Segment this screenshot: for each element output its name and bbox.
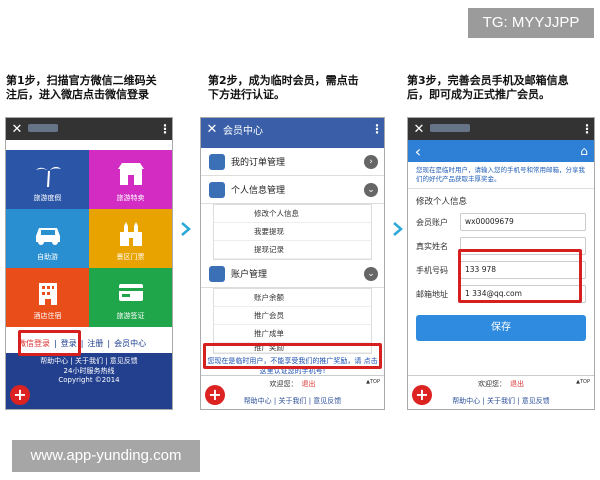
save-button[interactable]: 保存 <box>416 315 586 341</box>
copyright-text: Copyright ©2014 <box>6 376 172 384</box>
step-2-text: 第2步，成为临时会员，需点击 下方进行认证。 <box>208 74 378 102</box>
tile-hotel[interactable]: 酒店住宿 <box>6 268 89 327</box>
orders-icon <box>209 153 225 170</box>
car-icon <box>35 228 60 245</box>
chevron-right-icon <box>393 222 403 236</box>
close-icon[interactable]: ✕ <box>408 122 430 137</box>
step-1-line1: 第1步，扫描官方微信二维码关 <box>6 74 157 87</box>
submenu-item[interactable]: 推广成单 <box>214 325 371 343</box>
more-icon[interactable]: ⋮ <box>370 122 384 136</box>
submenu-item[interactable]: 账户余额 <box>214 289 371 307</box>
field-label: 真实姓名 <box>416 241 448 251</box>
account-icon <box>209 265 225 282</box>
submenu-item[interactable]: 提现记录 <box>214 241 371 259</box>
member-center-link[interactable]: 会员中心 <box>114 335 146 353</box>
watermark-bottom: www.app-yunding.com <box>12 440 200 472</box>
back-to-top[interactable]: ▲TOP <box>366 379 380 385</box>
profile-submenu: 修改个人信息 我要提现 提现记录 <box>213 204 372 260</box>
step-1-text: 第1步，扫描官方微信二维码关 注后，进入微店点击微信登录 <box>6 74 166 102</box>
page-title-blurred <box>430 123 580 135</box>
more-icon[interactable]: ⋮ <box>580 122 594 136</box>
intro-text: 您现在是临时用户，请输入您的手机号和常用邮箱，分享我们的好代产品获取丰厚奖金。 <box>408 162 594 189</box>
close-icon[interactable]: ✕ <box>6 122 28 137</box>
close-icon[interactable]: ✕ <box>201 122 223 137</box>
field-label: 会员账户 <box>416 217 448 227</box>
add-button[interactable]: + <box>412 385 432 405</box>
bottom-bar: 欢迎您： 退出 ▲TOP 帮助中心 | 关于我们 | 意见反馈 + <box>408 375 594 409</box>
add-button[interactable]: + <box>10 385 30 405</box>
submenu-item[interactable]: 推广会员 <box>214 307 371 325</box>
tile-self-drive[interactable]: 自助游 <box>6 209 89 268</box>
submenu-item[interactable]: 我要提现 <box>214 223 371 241</box>
submenu-item[interactable]: 修改个人信息 <box>214 205 371 223</box>
tile-sale[interactable]: 旅游特卖 <box>89 150 172 209</box>
nav-bar: ‹ ⌂ <box>408 140 594 162</box>
shop-icon <box>117 163 144 185</box>
user-icon <box>209 181 225 198</box>
menu-orders[interactable]: 我的订单管理 › <box>201 148 384 176</box>
highlight-box <box>458 249 582 303</box>
chevron-right-icon <box>181 222 191 236</box>
highlight-box <box>203 343 382 369</box>
step-3-line1: 第3步，完善会员手机及邮箱信息 <box>407 74 569 87</box>
browser-topbar: ✕ ⋮ <box>408 118 594 140</box>
home-icon[interactable]: ⌂ <box>574 144 594 158</box>
phone-screen-2: ✕ 会员中心 ⋮ 我的订单管理 › 个人信息管理 ⌄ 修改个人信息 我要提现 提… <box>200 117 385 410</box>
tile-label: 旅游特卖 <box>116 194 145 202</box>
welcome-text: 欢迎您： <box>478 380 506 388</box>
menu-profile[interactable]: 个人信息管理 ⌄ <box>201 176 384 204</box>
tile-label: 自助游 <box>37 253 58 261</box>
castle-icon <box>119 222 142 246</box>
tile-label: 旅游签证 <box>116 312 145 320</box>
add-button[interactable]: + <box>205 385 225 405</box>
menu-label: 账户管理 <box>231 270 268 280</box>
more-icon[interactable]: ⋮ <box>158 122 172 136</box>
watermark-top: TG: MYYJJPP <box>468 8 594 38</box>
tile-visa[interactable]: 旅游签证 <box>89 268 172 327</box>
hotline-text: 24小时服务热线 <box>6 366 172 376</box>
welcome-text: 欢迎您： <box>269 380 298 388</box>
step-2-line2: 下方进行认证。 <box>208 88 285 101</box>
tile-tickets[interactable]: 景区门票 <box>89 209 172 268</box>
tile-label: 旅游度假 <box>33 194 62 202</box>
page-title-blurred <box>28 123 158 135</box>
palm-tree-icon <box>35 166 61 187</box>
chevron-down-icon: ⌄ <box>364 266 378 281</box>
menu-label: 我的订单管理 <box>231 158 286 168</box>
card-icon <box>118 284 143 301</box>
register-link[interactable]: 注册 <box>87 335 103 353</box>
step-3-line2: 后，即可成为正式推广会员。 <box>407 88 550 101</box>
chevron-down-icon: ⌄ <box>364 182 378 197</box>
chevron-right-icon: › <box>364 154 378 169</box>
phone-screen-1: ✕ ⋮ 旅游度假 旅游特卖 自助游 景区门票 酒店住宿 旅游签证 微信登录 | … <box>5 117 173 410</box>
tile-label: 酒店住宿 <box>33 312 62 320</box>
page-title: 会员中心 <box>223 125 263 137</box>
step-2-line1: 第2步，成为临时会员，需点击 <box>208 74 359 87</box>
back-icon[interactable]: ‹ <box>408 142 428 161</box>
menu-label: 个人信息管理 <box>231 186 286 196</box>
menu-account[interactable]: 账户管理 ⌄ <box>201 260 384 288</box>
footer-links[interactable]: 帮助中心 | 关于我们 | 意见反馈 <box>6 356 172 366</box>
hotel-icon <box>38 283 57 305</box>
highlight-box <box>18 330 81 356</box>
step-3-text: 第3步，完善会员手机及邮箱信息 后，即可成为正式推广会员。 <box>407 74 597 102</box>
account-field: 会员账户 wx00009679 <box>416 211 586 233</box>
section-title: 修改个人信息 <box>416 197 468 207</box>
step-1-line2: 注后，进入微店点击微信登录 <box>6 88 149 101</box>
bottom-bar: 欢迎您： 退出 ▲TOP 帮助中心 | 关于我们 | 意见反馈 + <box>201 375 384 409</box>
browser-topbar: ✕ ⋮ <box>6 118 172 140</box>
field-label: 手机号码 <box>416 265 448 275</box>
tile-label: 景区门票 <box>116 253 145 261</box>
field-label: 邮箱地址 <box>416 289 448 299</box>
tile-vacation[interactable]: 旅游度假 <box>6 150 89 209</box>
logout-link[interactable]: 退出 <box>510 379 524 389</box>
category-grid: 旅游度假 旅游特卖 自助游 景区门票 酒店住宿 旅游签证 <box>6 150 172 327</box>
phone-screen-3: ✕ ⋮ ‹ ⌂ 您现在是临时用户，请输入您的手机号和常用邮箱，分享我们的好代产品… <box>407 117 595 410</box>
logout-link[interactable]: 退出 <box>302 379 316 389</box>
back-to-top[interactable]: ▲TOP <box>576 379 590 385</box>
footer-links[interactable]: 帮助中心 | 关于我们 | 意见反馈 <box>201 396 384 406</box>
account-input[interactable]: wx00009679 <box>460 213 586 231</box>
footer-links[interactable]: 帮助中心 | 关于我们 | 意见反馈 <box>408 396 594 406</box>
browser-topbar: ✕ 会员中心 ⋮ <box>201 118 384 140</box>
